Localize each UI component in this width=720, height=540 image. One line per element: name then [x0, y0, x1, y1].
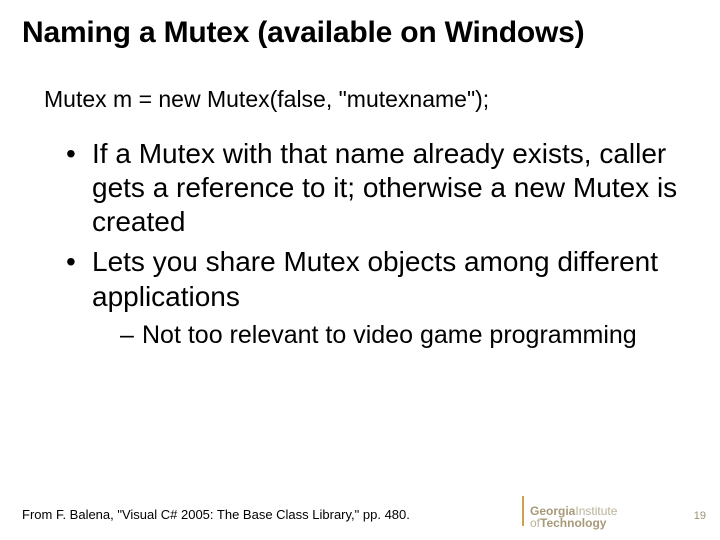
- logo-text: GeorgiaInstitute ofTechnology: [530, 505, 617, 530]
- slide-title: Naming a Mutex (available on Windows): [22, 16, 698, 50]
- slide: Naming a Mutex (available on Windows) Mu…: [0, 0, 720, 540]
- sub-bullet-list: Not too relevant to video game programmi…: [120, 320, 698, 351]
- georgia-tech-logo: GeorgiaInstitute ofTechnology: [522, 496, 672, 532]
- bullet-list: If a Mutex with that name already exists…: [66, 137, 698, 351]
- bullet-item: If a Mutex with that name already exists…: [66, 137, 698, 239]
- bullet-item: Lets you share Mutex objects among diffe…: [66, 245, 698, 351]
- logo-bar-icon: [522, 496, 524, 526]
- page-number: 19: [694, 510, 706, 522]
- citation: From F. Balena, "Visual C# 2005: The Bas…: [22, 507, 410, 522]
- bullet-text: Lets you share Mutex objects among diffe…: [92, 246, 658, 311]
- code-example: Mutex m = new Mutex(false, "mutexname");: [44, 86, 698, 113]
- sub-bullet-item: Not too relevant to video game programmi…: [120, 320, 698, 351]
